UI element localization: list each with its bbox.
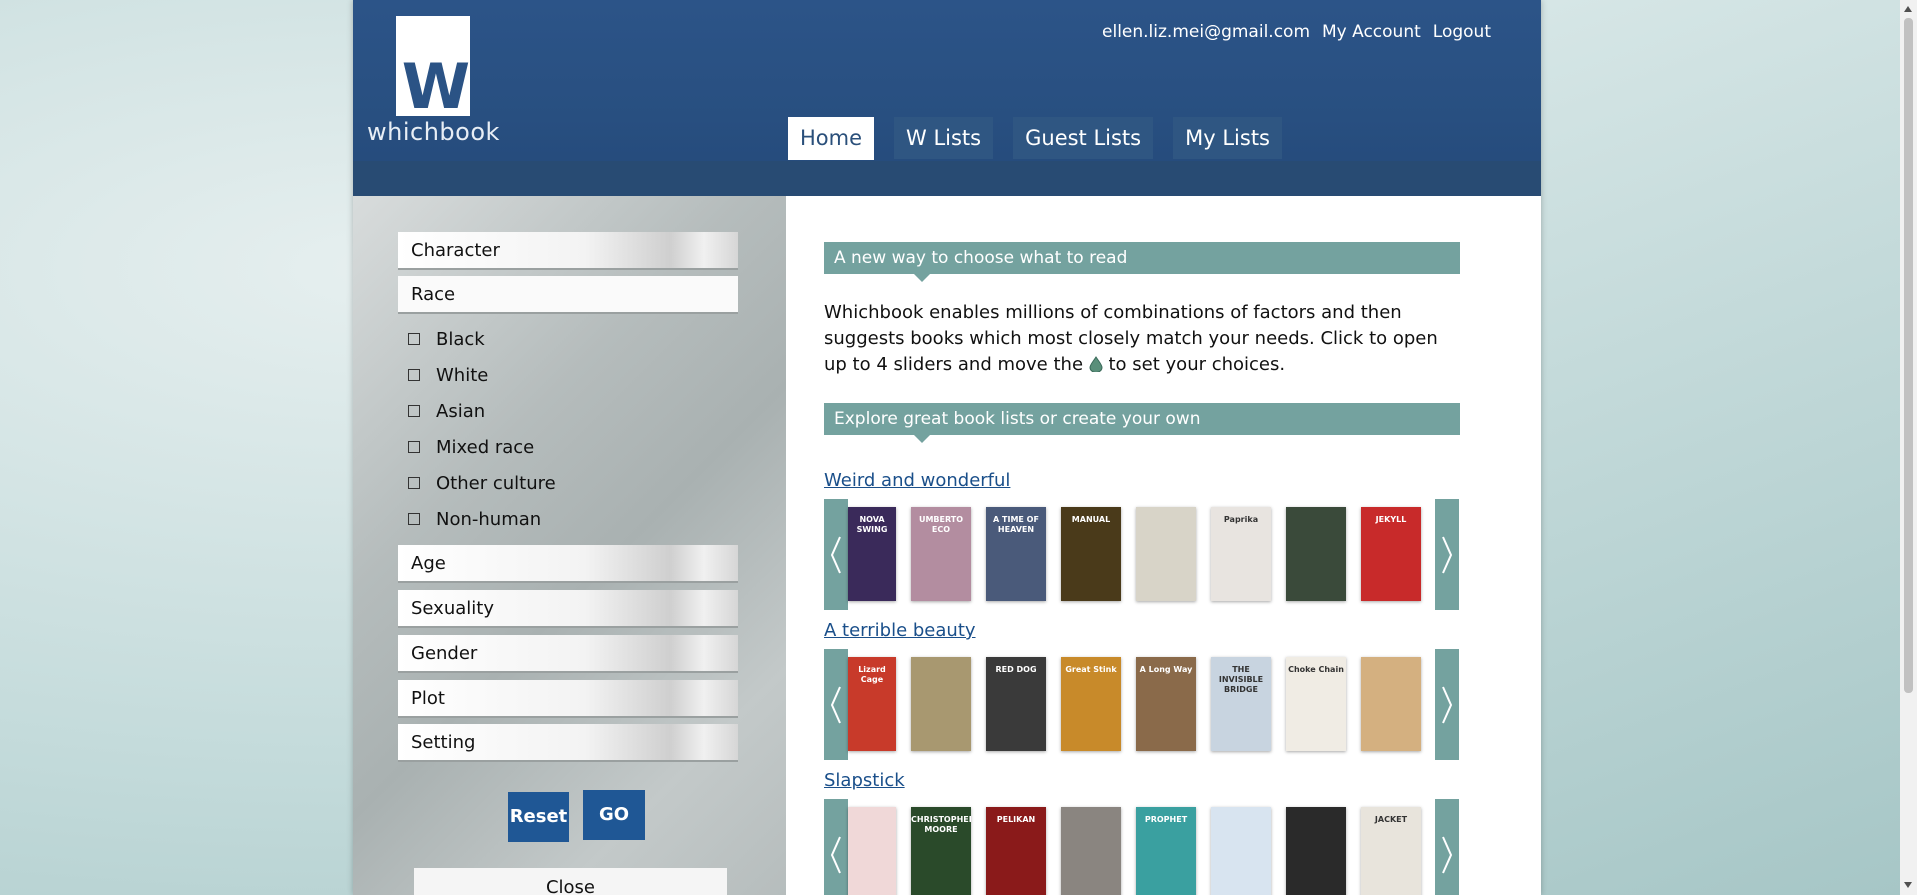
filter-sidebar: Character Race Black White Asian Mixed r… — [353, 196, 786, 895]
scroll-up-icon[interactable] — [1904, 6, 1912, 12]
scrollbar-thumb[interactable] — [1904, 18, 1913, 693]
main-content: A new way to choose what to read Whichbo… — [787, 196, 1541, 895]
carousel-prev-button[interactable] — [824, 799, 848, 895]
book-cover[interactable]: A TIME OF HEAVEN — [986, 507, 1046, 601]
book-cover[interactable]: PROPHET — [1136, 807, 1196, 895]
chevron-left-icon — [830, 686, 841, 723]
race-option-label: White — [436, 364, 489, 386]
checkbox-icon[interactable] — [408, 513, 420, 525]
book-cover[interactable]: Choke Chain — [1286, 657, 1346, 751]
book-cover[interactable]: Lizard Cage — [848, 657, 896, 751]
book-cover[interactable] — [1136, 507, 1196, 601]
carousel-a-terrible-beauty: Lizard Cage RED DOG Great Stink A Long Way T… — [824, 649, 1460, 760]
header-band — [353, 161, 1541, 196]
checkbox-icon[interactable] — [408, 441, 420, 453]
category-gender[interactable]: Gender — [398, 635, 738, 673]
chevron-right-icon — [1442, 686, 1453, 723]
category-character[interactable]: Character — [398, 232, 738, 270]
list-title-weird-and-wonderful[interactable]: Weird and wonderful — [824, 470, 1010, 491]
book-cover[interactable] — [1061, 807, 1121, 895]
book-cover[interactable]: CHRISTOPHER MOORE — [911, 807, 971, 895]
carousel-slapstick: CHRISTOPHER MOORE PELIKAN PROPHET JACKET — [824, 799, 1460, 895]
carousel-next-button[interactable] — [1435, 799, 1459, 895]
book-cover[interactable] — [1361, 657, 1421, 751]
carousel-prev-button[interactable] — [824, 649, 848, 760]
category-sexuality[interactable]: Sexuality — [398, 590, 738, 628]
user-email[interactable]: ellen.liz.mei@gmail.com — [1102, 22, 1310, 42]
book-cover[interactable]: Paprika — [1211, 507, 1271, 601]
race-option-white[interactable]: White — [408, 364, 488, 386]
category-race[interactable]: Race — [398, 276, 738, 314]
book-cover[interactable]: UMBERTO ECO — [911, 507, 971, 601]
carousel-prev-button[interactable] — [824, 499, 848, 610]
chevron-left-icon — [830, 836, 841, 873]
book-cover[interactable]: NOVA SWING — [848, 507, 896, 601]
race-option-label: Other culture — [436, 472, 556, 494]
chevron-right-icon — [1442, 836, 1453, 873]
logo-mark: W — [401, 50, 470, 123]
book-cover[interactable] — [1211, 807, 1271, 895]
book-cover[interactable]: JACKET — [1361, 807, 1421, 895]
logo[interactable]: W — [396, 16, 470, 123]
race-option-asian[interactable]: Asian — [408, 400, 485, 422]
book-cover[interactable]: THE INVISIBLE BRIDGE — [1211, 657, 1271, 751]
category-age[interactable]: Age — [398, 545, 738, 583]
checkbox-icon[interactable] — [408, 477, 420, 489]
site-header: W whichbook ellen.liz.mei@gmail.com My A… — [353, 0, 1541, 196]
intro-text-part-2: to set your choices. — [1108, 354, 1286, 375]
main-nav: Home W Lists Guest Lists My Lists — [788, 117, 1302, 160]
background-right — [1540, 0, 1917, 895]
checkbox-icon[interactable] — [408, 369, 420, 381]
account-links: ellen.liz.mei@gmail.com My Account Logou… — [1102, 22, 1491, 42]
logout-link[interactable]: Logout — [1433, 22, 1491, 42]
race-option-black[interactable]: Black — [408, 328, 485, 350]
tab-my-lists[interactable]: My Lists — [1173, 117, 1282, 159]
race-option-label: Black — [436, 328, 485, 350]
book-cover[interactable]: MANUAL — [1061, 507, 1121, 601]
close-button[interactable]: Close — [414, 868, 727, 895]
race-option-mixed-race[interactable]: Mixed race — [408, 436, 534, 458]
book-cover[interactable] — [911, 657, 971, 751]
book-cover[interactable] — [848, 807, 896, 895]
tab-guest-lists[interactable]: Guest Lists — [1013, 117, 1154, 159]
category-plot[interactable]: Plot — [398, 680, 738, 718]
carousel-weird-and-wonderful: NOVA SWING UMBERTO ECO A TIME OF HEAVEN MAN… — [824, 499, 1460, 610]
checkbox-icon[interactable] — [408, 333, 420, 345]
scroll-down-icon[interactable] — [1904, 882, 1912, 888]
explore-heading: Explore great book lists or create your … — [824, 403, 1460, 443]
category-setting[interactable]: Setting — [398, 724, 738, 762]
race-option-non-human[interactable]: Non-human — [408, 508, 541, 530]
list-title-slapstick[interactable]: Slapstick — [824, 770, 905, 791]
reset-button[interactable]: Reset — [508, 792, 569, 842]
book-cover[interactable] — [1286, 507, 1346, 601]
page-scrollbar[interactable] — [1900, 0, 1917, 895]
carousel-next-button[interactable] — [1435, 499, 1459, 610]
book-cover[interactable]: Great Stink — [1061, 657, 1121, 751]
race-option-label: Non-human — [436, 508, 542, 530]
tab-home[interactable]: Home — [788, 117, 875, 160]
chevron-right-icon — [1442, 536, 1453, 573]
page-container: W whichbook ellen.liz.mei@gmail.com My A… — [353, 0, 1541, 895]
go-button[interactable]: GO — [583, 790, 645, 840]
my-account-link[interactable]: My Account — [1322, 22, 1421, 42]
book-cover[interactable]: RED DOG — [986, 657, 1046, 751]
list-title-a-terrible-beauty[interactable]: A terrible beauty — [824, 620, 976, 641]
race-option-label: Mixed race — [436, 436, 535, 458]
book-cover[interactable] — [1286, 807, 1346, 895]
chevron-left-icon — [830, 536, 841, 573]
race-option-label: Asian — [436, 400, 486, 422]
checkbox-icon[interactable] — [408, 405, 420, 417]
race-option-other-culture[interactable]: Other culture — [408, 472, 556, 494]
book-cover[interactable]: JEKYLL — [1361, 507, 1421, 601]
intro-heading: A new way to choose what to read — [824, 242, 1460, 282]
slider-handle-icon — [1089, 356, 1103, 372]
book-cover[interactable]: PELIKAN — [986, 807, 1046, 895]
logo-text[interactable]: whichbook — [367, 118, 500, 146]
book-cover[interactable]: A Long Way — [1136, 657, 1196, 751]
intro-text: Whichbook enables millions of combinatio… — [824, 300, 1464, 378]
carousel-next-button[interactable] — [1435, 649, 1459, 760]
tab-w-lists[interactable]: W Lists — [894, 117, 994, 159]
